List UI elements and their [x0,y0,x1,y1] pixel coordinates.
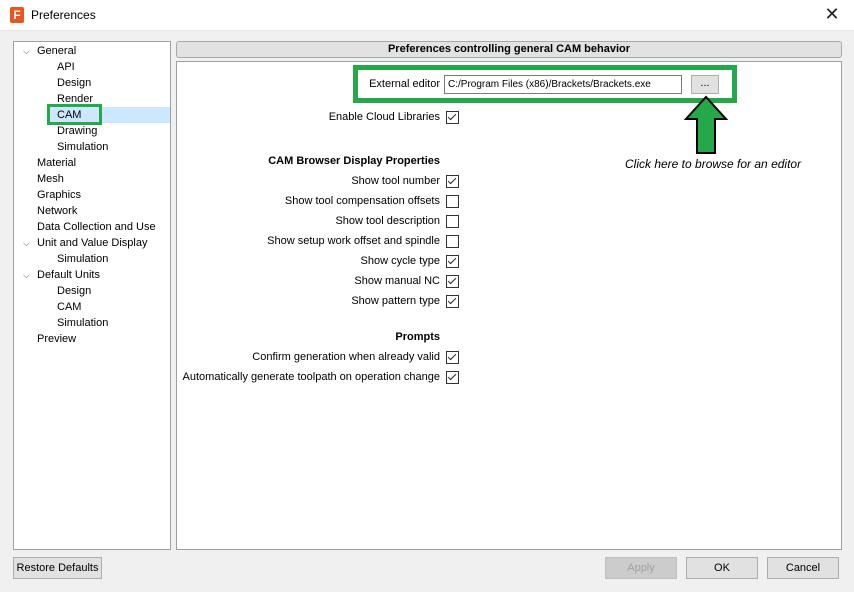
auto-generate-toolpath-checkbox[interactable] [446,371,459,384]
cancel-button[interactable]: Cancel [767,557,839,579]
confirm-generation-checkbox[interactable] [446,351,459,364]
arrow-up-icon [683,95,729,154]
show-pattern-type-label: Show pattern type [351,295,440,307]
tree-item-data-collection[interactable]: Data Collection and Use [37,219,156,235]
chevron-down-icon[interactable]: ⌵ [23,235,30,251]
show-cycle-type-checkbox[interactable] [446,255,459,268]
tree-item-preview[interactable]: Preview [37,331,76,347]
browse-hint: Click here to browse for an editor [625,157,802,171]
show-tool-number-label: Show tool number [351,175,440,187]
browser-display-title: CAM Browser Display Properties [268,155,440,167]
tree-item-graphics[interactable]: Graphics [37,187,81,203]
show-tool-compensation-checkbox[interactable] [446,195,459,208]
chevron-down-icon[interactable]: ⌵ [23,267,30,283]
tree-item-general[interactable]: ⌵ General [23,43,77,59]
browse-button[interactable]: ... [691,75,719,94]
restore-defaults-button[interactable]: Restore Defaults [13,557,102,579]
show-manual-nc-label: Show manual NC [354,275,440,287]
show-pattern-type-checkbox[interactable] [446,295,459,308]
tree-item-label: Default Units [37,269,100,281]
enable-cloud-libraries-label: Enable Cloud Libraries [328,111,440,123]
show-setup-work-offset-checkbox[interactable] [446,235,459,248]
tree-item-network[interactable]: Network [37,203,77,219]
panel-header: Preferences controlling general CAM beha… [176,41,842,58]
show-manual-nc-checkbox[interactable] [446,275,459,288]
window-title: Preferences [31,8,96,22]
prompts-title: Prompts [395,331,440,343]
confirm-generation-label: Confirm generation when already valid [252,351,440,363]
close-button[interactable]: ✕ [810,0,854,30]
tree-item-unit-value-display[interactable]: ⌵ Unit and Value Display [23,235,148,251]
tree-item-design[interactable]: Design [57,75,91,91]
tree-item-design[interactable]: Design [57,283,91,299]
enable-cloud-libraries-checkbox[interactable] [446,111,459,124]
show-setup-work-offset-label: Show setup work offset and spindle [267,235,440,247]
show-tool-description-checkbox[interactable] [446,215,459,228]
tree-item-simulation[interactable]: Simulation [57,315,108,331]
tree-item-material[interactable]: Material [37,155,76,171]
tree-item-default-units[interactable]: ⌵ Default Units [23,267,100,283]
show-cycle-type-label: Show cycle type [360,255,440,267]
show-tool-description-label: Show tool description [335,215,440,227]
apply-button[interactable]: Apply [605,557,677,579]
show-tool-compensation-label: Show tool compensation offsets [284,195,440,207]
external-editor-field[interactable]: C:/Program Files (x86)/Brackets/Brackets… [444,75,682,94]
tree-item-drawing[interactable]: Drawing [57,123,97,139]
external-editor-label: External editor [369,78,440,90]
tree-item-api[interactable]: API [57,59,75,75]
ok-button[interactable]: OK [686,557,758,579]
tree-item-label: General [37,45,77,57]
tree-item-simulation[interactable]: Simulation [57,251,108,267]
tree-item-label: Unit and Value Display [37,237,148,249]
preferences-tree: ⌵ General API Design Render CAM Drawing … [13,41,171,550]
auto-generate-toolpath-label: Automatically generate toolpath on opera… [182,371,440,383]
title-bar: F Preferences ✕ [0,0,854,31]
show-tool-number-checkbox[interactable] [446,175,459,188]
tree-item-simulation[interactable]: Simulation [57,139,108,155]
chevron-down-icon[interactable]: ⌵ [23,43,30,59]
cam-highlight-box [47,104,102,125]
cam-preferences-panel: External editor C:/Program Files (x86)/B… [176,61,842,550]
tree-item-cam[interactable]: CAM [57,299,81,315]
tree-item-mesh[interactable]: Mesh [37,171,64,187]
app-icon: F [10,7,24,23]
